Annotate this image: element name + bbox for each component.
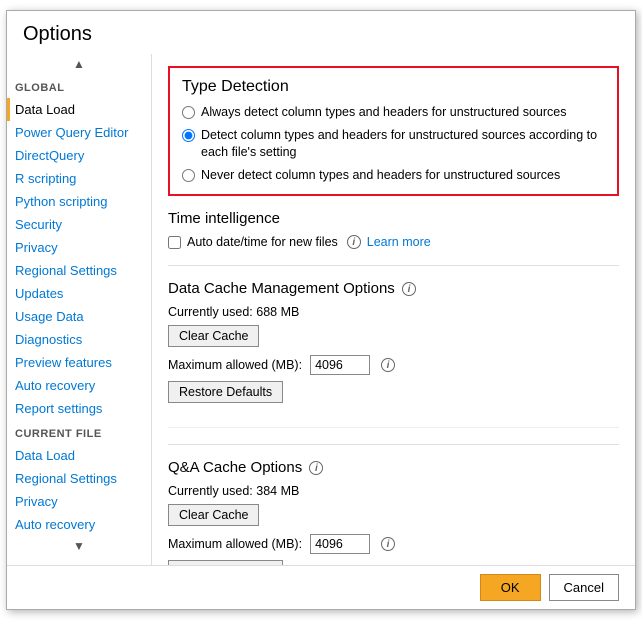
sidebar-item-report-settings[interactable]: Report settings [7, 397, 151, 420]
sidebar-item-r-scripting[interactable]: R scripting [7, 167, 151, 190]
divider-2 [168, 444, 619, 445]
sidebar-scroll-up[interactable]: ▲ [7, 54, 151, 74]
radio-never-label: Never detect column types and headers fo… [201, 167, 560, 185]
data-cache-used: Currently used: 688 MB [168, 305, 619, 319]
radio-per-file-label: Detect column types and headers for unst… [201, 127, 605, 162]
radio-always[interactable] [182, 106, 195, 119]
qa-cache-max-label: Maximum allowed (MB): [168, 537, 302, 551]
sidebar-item-regional-settings[interactable]: Regional Settings [7, 259, 151, 282]
radio-always-label: Always detect column types and headers f… [201, 104, 566, 122]
radio-never[interactable] [182, 169, 195, 182]
qa-cache-max-info-icon: i [381, 537, 395, 551]
type-detection-option-always[interactable]: Always detect column types and headers f… [182, 104, 605, 122]
time-intelligence-info-icon: i [347, 235, 361, 249]
sidebar-item-updates[interactable]: Updates [7, 282, 151, 305]
dialog-body: ▲ GLOBAL Data Load Power Query Editor Di… [7, 54, 635, 565]
sidebar-item-power-query-editor[interactable]: Power Query Editor [7, 121, 151, 144]
data-cache-info-icon: i [402, 282, 416, 296]
qa-cache-max-input[interactable] [310, 534, 370, 554]
sidebar-item-diagnostics[interactable]: Diagnostics [7, 328, 151, 351]
options-dialog: Options ▲ GLOBAL Data Load Power Query E… [6, 10, 636, 610]
dialog-title: Options [7, 11, 635, 54]
type-detection-option-never[interactable]: Never detect column types and headers fo… [182, 167, 605, 185]
time-intelligence-title: Time intelligence [168, 210, 619, 227]
data-cache-restore-button[interactable]: Restore Defaults [168, 381, 283, 403]
divider-1 [168, 265, 619, 266]
learn-more-link[interactable]: Learn more [367, 235, 431, 249]
type-detection-option-per-file[interactable]: Detect column types and headers for unst… [182, 127, 605, 162]
sidebar-item-preview-features[interactable]: Preview features [7, 351, 151, 374]
sidebar-item-usage-data[interactable]: Usage Data [7, 305, 151, 328]
sidebar: ▲ GLOBAL Data Load Power Query Editor Di… [7, 54, 152, 565]
sidebar-item-auto-recovery[interactable]: Auto recovery [7, 374, 151, 397]
radio-per-file[interactable] [182, 129, 195, 142]
current-file-section-label: CURRENT FILE [7, 420, 151, 444]
data-cache-section: Data Cache Management Options i Currentl… [168, 280, 619, 428]
auto-datetime-label: Auto date/time for new files [187, 235, 338, 249]
main-content: Type Detection Always detect column type… [152, 54, 635, 565]
sidebar-item-cf-data-load[interactable]: Data Load [7, 444, 151, 467]
auto-datetime-checkbox[interactable] [168, 236, 181, 249]
data-cache-max-label: Maximum allowed (MB): [168, 358, 302, 372]
sidebar-item-python-scripting[interactable]: Python scripting [7, 190, 151, 213]
sidebar-item-security[interactable]: Security [7, 213, 151, 236]
time-intelligence-section: Time intelligence Auto date/time for new… [168, 210, 619, 249]
qa-cache-section: Q&A Cache Options i Currently used: 384 … [168, 459, 619, 565]
auto-datetime-row: Auto date/time for new files i Learn mor… [168, 235, 619, 249]
sidebar-item-data-load[interactable]: Data Load [7, 98, 151, 121]
qa-cache-clear-button[interactable]: Clear Cache [168, 504, 259, 526]
sidebar-item-cf-auto-recovery[interactable]: Auto recovery [7, 513, 151, 536]
type-detection-section: Type Detection Always detect column type… [168, 66, 619, 196]
qa-cache-restore-button[interactable]: Restore Defaults [168, 560, 283, 565]
qa-cache-used: Currently used: 384 MB [168, 484, 619, 498]
sidebar-item-cf-regional-settings[interactable]: Regional Settings [7, 467, 151, 490]
type-detection-title: Type Detection [182, 78, 605, 96]
qa-cache-max-row: Maximum allowed (MB): i [168, 534, 619, 554]
global-section-label: GLOBAL [7, 74, 151, 98]
data-cache-clear-button[interactable]: Clear Cache [168, 325, 259, 347]
sidebar-item-privacy[interactable]: Privacy [7, 236, 151, 259]
data-cache-title: Data Cache Management Options i [168, 280, 619, 297]
sidebar-item-directquery[interactable]: DirectQuery [7, 144, 151, 167]
qa-cache-title: Q&A Cache Options i [168, 459, 619, 476]
sidebar-scroll-down[interactable]: ▼ [7, 536, 151, 556]
data-cache-max-input[interactable] [310, 355, 370, 375]
qa-cache-info-icon: i [309, 461, 323, 475]
data-cache-max-row: Maximum allowed (MB): i [168, 355, 619, 375]
data-cache-max-info-icon: i [381, 358, 395, 372]
type-detection-radio-group: Always detect column types and headers f… [182, 104, 605, 184]
sidebar-item-cf-privacy[interactable]: Privacy [7, 490, 151, 513]
cancel-button[interactable]: Cancel [549, 574, 619, 601]
dialog-footer: OK Cancel [7, 565, 635, 609]
ok-button[interactable]: OK [480, 574, 541, 601]
